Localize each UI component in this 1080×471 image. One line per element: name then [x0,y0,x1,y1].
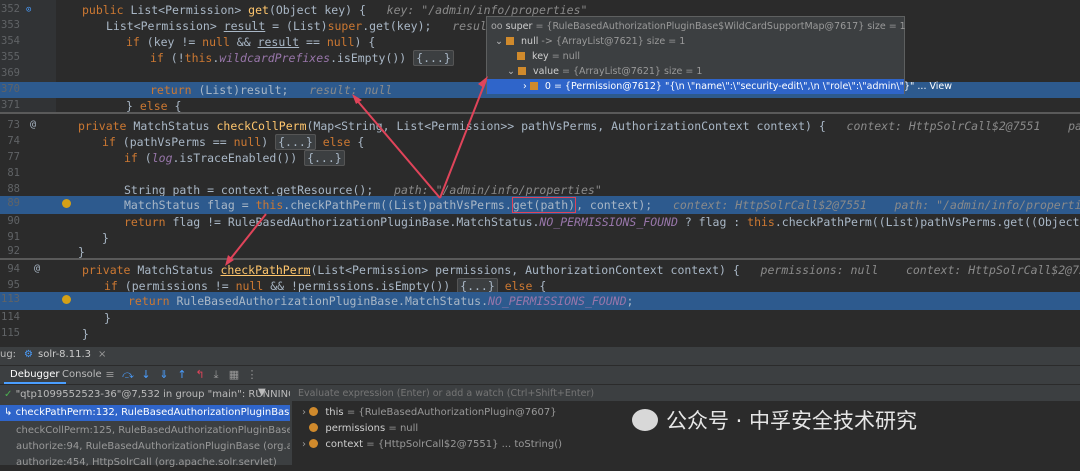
drop-frame-icon[interactable]: ↰ [194,369,206,381]
frame-label: authorize:454, HttpSolrCall (org.apache.… [16,457,277,468]
variable-row[interactable]: › permissions = null [302,421,418,436]
variables-panel: › this = {RuleBasedAuthorizationPlugin@7… [292,385,1080,465]
frame-item[interactable]: checkCollPerm:125, RuleBasedAuthorizatio… [0,423,290,439]
variable-value: = {HttpSolrCall$2@7551} ... toString() [366,439,563,450]
wechat-icon [632,409,658,431]
filter-icon[interactable]: ▼ [258,387,266,398]
thread-label: "qtp1099552523-36"@7,532 in group "main"… [15,389,290,400]
arrow-to-return [354,97,441,199]
bug-icon: ⚙ [24,349,33,360]
close-icon[interactable]: × [98,347,106,363]
field-icon [309,423,319,432]
evaluate-bar [292,385,1080,402]
chevron-right-icon[interactable]: › [302,439,306,450]
field-icon [309,439,319,448]
variable-value: = null [388,423,419,434]
field-icon [309,407,319,416]
tab-console[interactable]: Console [56,368,108,382]
evaluate-icon[interactable]: ▦ [228,369,240,381]
frame-label: checkPathPerm:132, RuleBasedAuthorizatio… [15,407,290,418]
run-config-tab[interactable]: solr-8.11.3 [38,347,91,363]
frame-label: checkCollPerm:125, RuleBasedAuthorizatio… [16,425,290,436]
menu-icon[interactable]: ≡ [104,369,116,381]
frame-item[interactable]: authorize:454, HttpSolrCall (org.apache.… [0,455,290,471]
force-step-into-icon[interactable]: ⇓ [158,369,170,381]
variable-row[interactable]: › this = {RuleBasedAuthorizationPlugin@7… [302,405,557,420]
step-over-icon[interactable]: ⤼ [122,369,134,381]
frame-item-selected[interactable]: ↳ checkPathPerm:132, RuleBasedAuthorizat… [0,405,290,421]
chevron-right-icon[interactable]: › [302,407,306,418]
frame-label: authorize:94, RuleBasedAuthorizationPlug… [16,441,290,452]
debug-label: ug: [0,349,17,360]
thread-selector[interactable]: ✓ "qtp1099552523-36"@7,532 in group "mai… [0,387,290,403]
variable-name: this [325,407,344,418]
variable-name: permissions [325,423,386,434]
check-icon: ✓ [4,389,13,400]
evaluate-expression-input[interactable] [296,386,1000,401]
step-out-icon[interactable]: ↑ [176,369,188,381]
arrow-icon: ↳ [4,407,13,418]
frames-panel: ✓ "qtp1099552523-36"@7,532 in group "mai… [0,385,290,468]
debug-title-bar: ug: ⚙ solr-8.11.3 × [0,347,1080,363]
variable-value: = {RuleBasedAuthorizationPlugin@7607} [346,407,557,418]
arrowhead [478,76,488,88]
more-icon[interactable]: ⋮ [246,369,258,381]
arrow-to-checkpathperm [227,213,267,263]
step-into-icon[interactable]: ↓ [140,369,152,381]
variable-row[interactable]: › context = {HttpSolrCall$2@7551} ... to… [302,437,562,452]
run-to-cursor-icon[interactable]: ⤓ [210,369,222,381]
debug-toolbar: Debugger Console ≡ ⤼ ↓ ⇓ ↑ ↰ ⤓ ▦ ⋮ [0,365,1080,385]
watermark-text: 公众号 · 中孚安全技术研究 [666,409,918,433]
debug-panel: ug: ⚙ solr-8.11.3 × Debugger Console ≡ ⤼… [0,347,1080,468]
frame-item[interactable]: authorize:94, RuleBasedAuthorizationPlug… [0,439,290,455]
arrow-to-popup [439,79,487,199]
arrowhead [352,94,362,104]
variable-name: context [325,439,364,450]
watermark: 公众号 · 中孚安全技术研究 [632,401,917,441]
